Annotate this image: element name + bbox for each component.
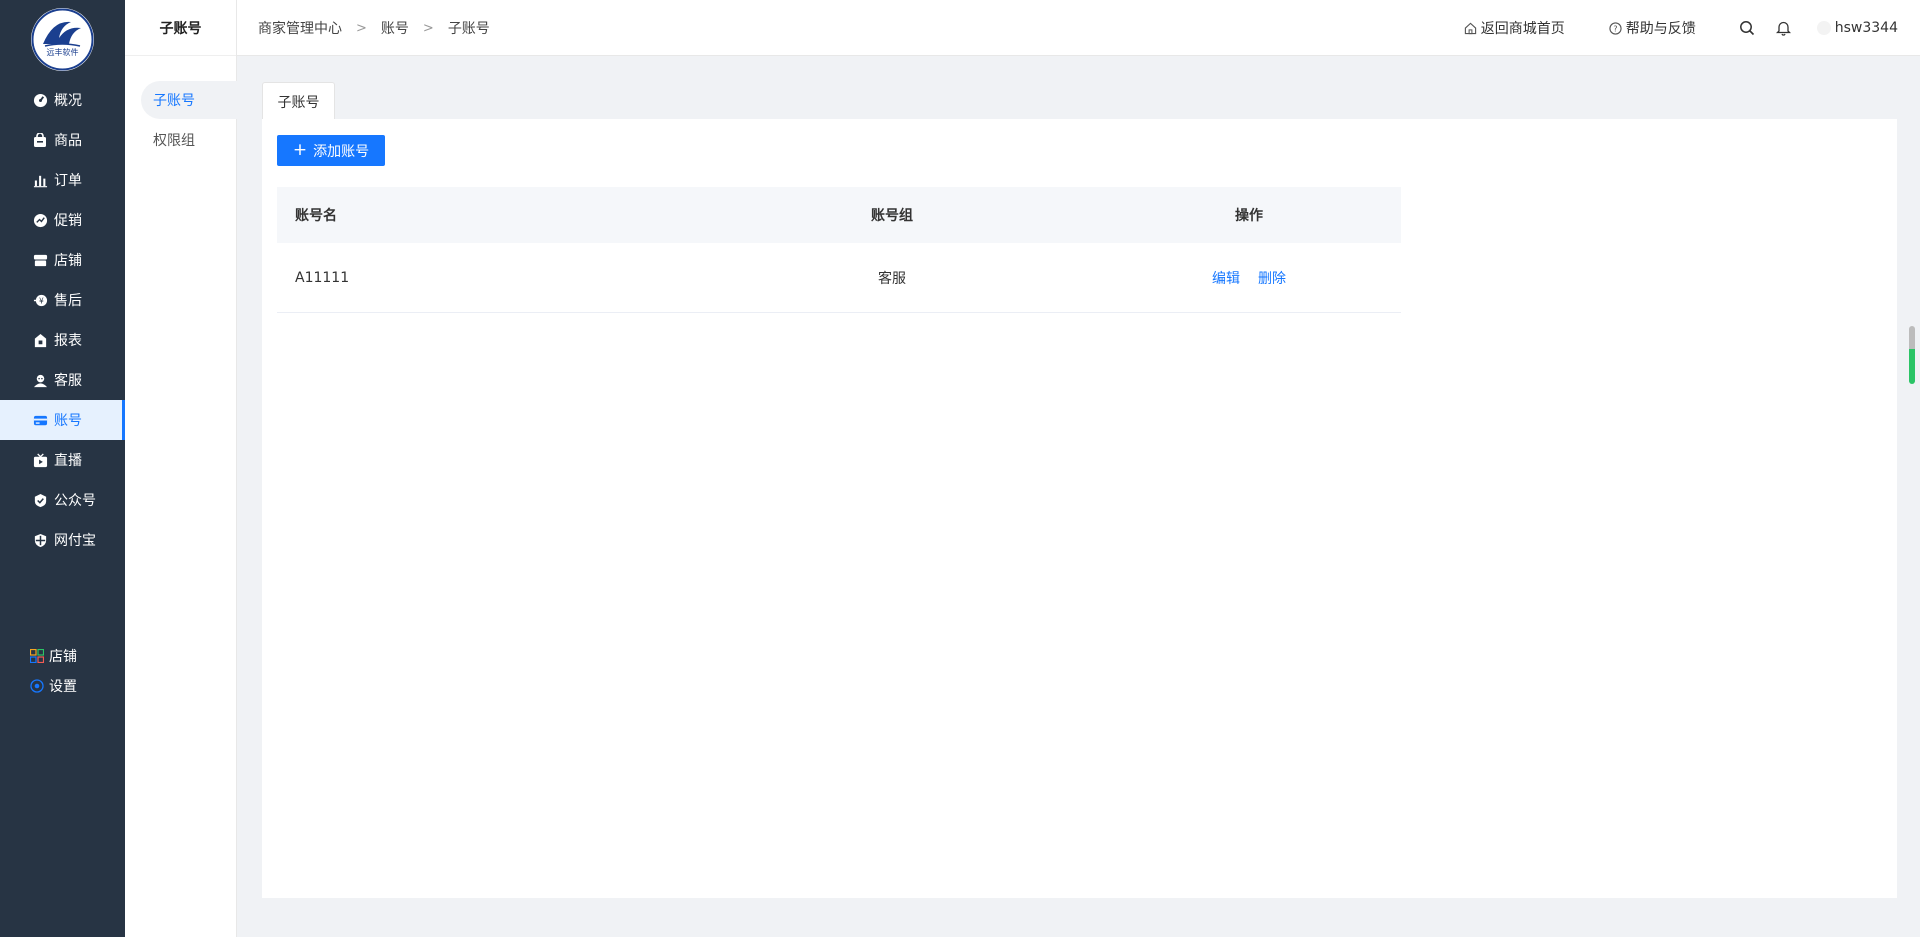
bar-chart-icon [32,172,48,188]
nav-item-customer-service[interactable]: 客服 [0,360,125,400]
nav-item-label: 店铺 [54,253,82,269]
grid-apps-icon [29,648,45,664]
breadcrumb-separator: > [422,20,434,36]
nav-item-label: 账号 [54,413,82,429]
report-icon [32,332,48,348]
breadcrumb-item-account[interactable]: 账号 [381,18,409,38]
promotion-icon [32,212,48,228]
main-sidebar: 远丰软件 概况 商品 订单 促销 店铺 ¥ 售后 报表 客服 账号 直播 公众号… [0,0,125,937]
scroll-indicator[interactable] [1909,326,1915,384]
nav-item-label: 概况 [54,93,82,109]
sub-sidebar: 子账号 子账号 权限组 [125,0,237,937]
add-account-button[interactable]: + 添加账号 [277,135,385,166]
nav-item-store[interactable]: 店铺 [0,240,125,280]
nav-item-live[interactable]: 直播 [0,440,125,480]
subnav-title: 子账号 [125,0,236,56]
cell-account-group: 客服 [878,270,906,287]
help-feedback-link[interactable]: ? 帮助与反馈 [1609,18,1696,38]
svg-text:¥: ¥ [39,296,44,305]
breadcrumb-item-merchant-center[interactable]: 商家管理中心 [258,18,342,38]
nav-item-orders[interactable]: 订单 [0,160,125,200]
nav-item-pay[interactable]: 网付宝 [0,520,125,560]
nav-bottom-settings[interactable]: 设置 [0,673,125,699]
column-header-account-name: 账号名 [295,208,337,224]
nav-item-overview[interactable]: 概况 [0,80,125,120]
nav-item-label: 网付宝 [54,533,96,549]
content-panel: + 添加账号 账号名 账号组 操作 A11111 客服 编辑 删除 [262,119,1897,898]
nav-item-label: 促销 [54,213,82,229]
subnav-item-label: 子账号 [153,93,195,109]
subnav-item-label: 权限组 [153,133,195,149]
subnav-item-sub-account[interactable]: 子账号 [141,81,237,119]
plus-icon: + [292,140,308,160]
header-actions: 返回商城首页 ? 帮助与反馈 hsw3344 [1464,0,1898,56]
back-home-link[interactable]: 返回商城首页 [1464,18,1565,38]
avatar [1816,21,1831,35]
nav-item-promotion[interactable]: 促销 [0,200,125,240]
official-account-icon [32,492,48,508]
nav-item-goods[interactable]: 商品 [0,120,125,160]
edit-button[interactable]: 编辑 [1212,268,1240,288]
nav-item-label: 公众号 [54,493,96,509]
store-icon [32,252,48,268]
home-icon [1464,21,1478,35]
bell-icon[interactable] [1775,19,1793,37]
delete-button[interactable]: 删除 [1258,268,1286,288]
nav-item-label: 商品 [54,133,82,149]
svg-text:?: ? [1614,24,1618,33]
settings-icon [29,678,45,694]
back-home-label: 返回商城首页 [1480,21,1565,37]
add-account-label: 添加账号 [313,143,370,160]
nav-item-label: 报表 [54,333,82,349]
help-feedback-label: 帮助与反馈 [1625,21,1696,37]
nav-item-official-account[interactable]: 公众号 [0,480,125,520]
breadcrumb-item-sub-account: 子账号 [447,21,490,37]
account-table: 账号名 账号组 操作 A11111 客服 编辑 删除 [277,187,1401,313]
breadcrumb-separator: > [356,20,367,36]
live-tv-icon [32,452,48,468]
nav-bottom-store[interactable]: 店铺 [0,643,125,669]
cell-actions: 编辑 删除 [1097,268,1401,288]
nav-item-label: 订单 [54,173,82,189]
username-label: hsw3344 [1834,20,1898,36]
help-circle-icon: ? [1609,21,1623,35]
tab-sub-account[interactable]: 子账号 [262,82,335,120]
subnav-item-permission-group[interactable]: 权限组 [141,121,237,159]
user-menu[interactable]: hsw3344 [1816,20,1898,36]
logo-mark: 远丰软件 [31,8,94,71]
nav-bottom-label: 设置 [49,679,77,695]
table-row: A11111 客服 编辑 删除 [277,243,1401,313]
nav-item-label: 直播 [54,453,82,469]
column-header-account-group: 账号组 [871,208,913,224]
account-card-icon [32,412,48,428]
nav-bottom-label: 店铺 [49,649,77,665]
nav-item-report[interactable]: 报表 [0,320,125,360]
search-icon[interactable] [1738,19,1756,37]
breadcrumb: 商家管理中心 > 账号 > 子账号 [258,0,490,56]
cell-account-name: A11111 [295,269,350,286]
nav-item-after-sale[interactable]: ¥ 售后 [0,280,125,320]
column-header-actions: 操作 [1235,208,1263,224]
shield-pay-icon [32,532,48,548]
customer-service-icon [32,372,48,388]
nav-item-account[interactable]: 账号 [0,400,125,440]
logo-text: 远丰软件 [47,47,79,57]
top-header: 商家管理中心 > 账号 > 子账号 返回商城首页 ? 帮助与反馈 hsw3344 [237,0,1920,56]
nav-item-label: 售后 [54,293,82,309]
dashboard-icon [32,92,48,108]
after-sale-icon: ¥ [32,292,48,308]
nav-item-label: 客服 [54,373,82,389]
table-header: 账号名 账号组 操作 [277,187,1401,243]
company-logo[interactable]: 远丰软件 [31,8,94,71]
goods-bag-icon [32,132,48,148]
